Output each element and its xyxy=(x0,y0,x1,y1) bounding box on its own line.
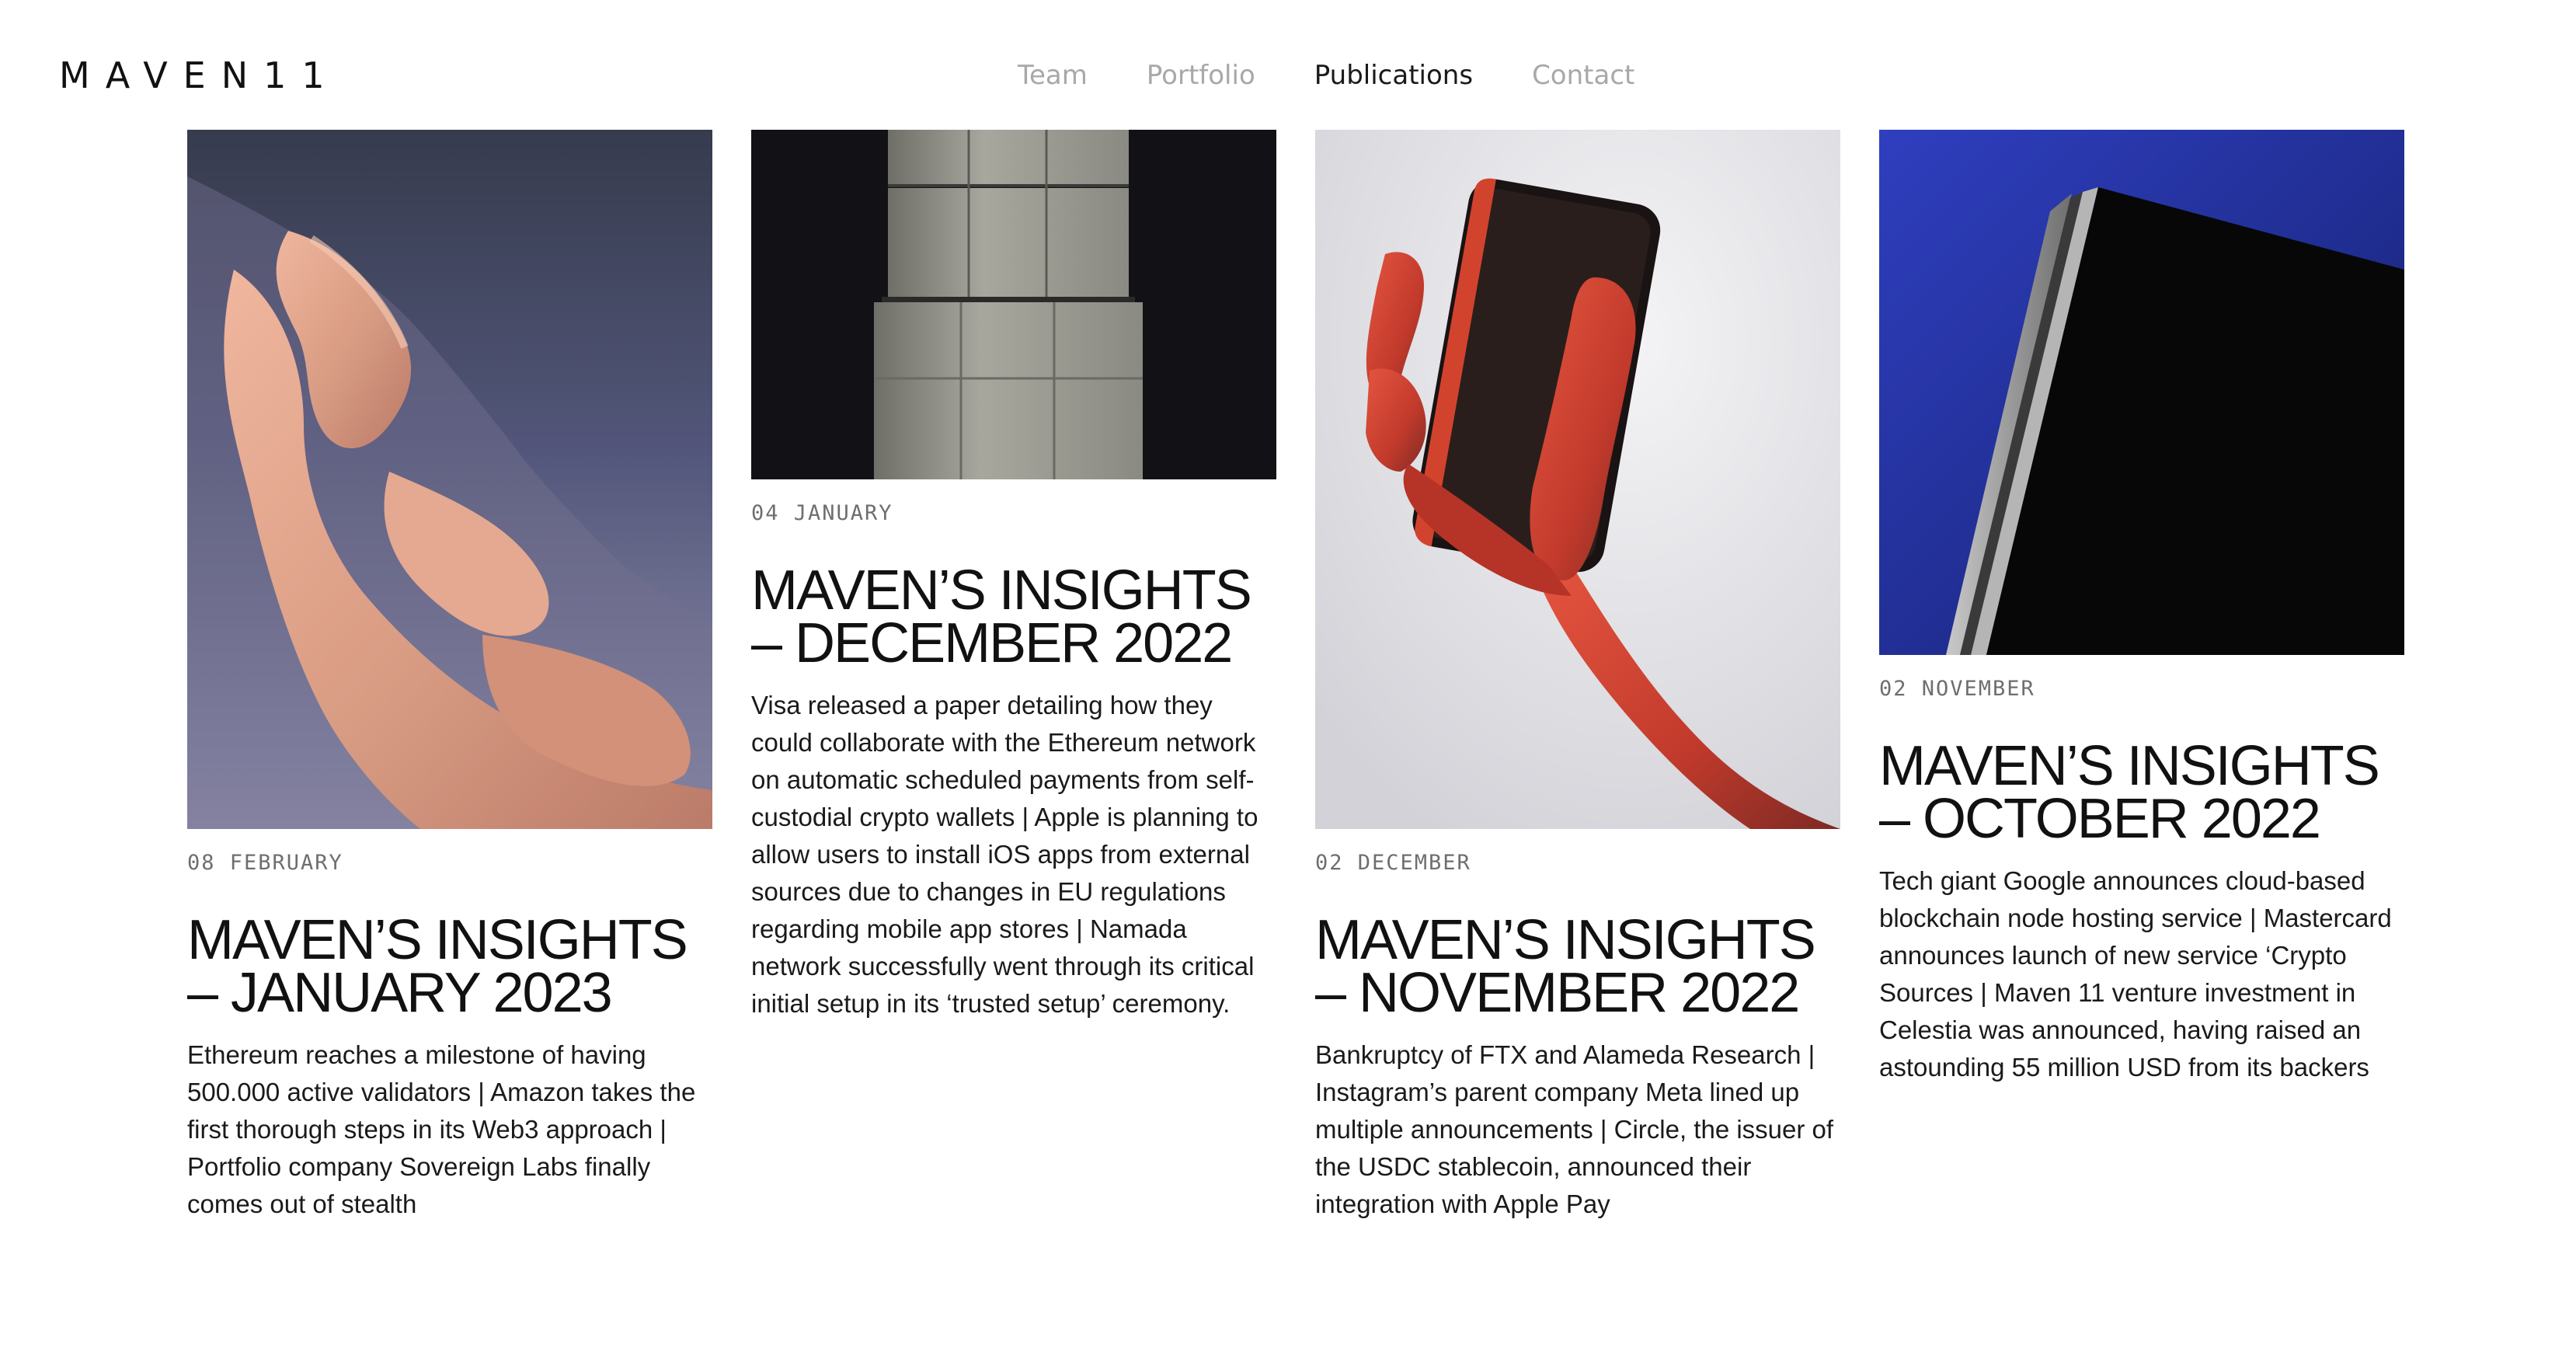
post-date: 08 FEBRUARY xyxy=(187,851,343,875)
fingers-photo[interactable] xyxy=(187,130,712,829)
monolith-photo[interactable] xyxy=(1879,130,2404,655)
post-excerpt: Ethereum reaches a milestone of having 5… xyxy=(187,1040,696,1218)
post-title[interactable]: MAVEN’S INSIGHTS – OCTOBER 2022 xyxy=(1879,738,2404,847)
logo[interactable]: MAVEN11 xyxy=(59,57,340,93)
publication-card[interactable]: 08 FEBRUARY MAVEN’S INSIGHTS – JANUARY 2… xyxy=(187,130,712,1249)
publication-card[interactable]: 02 DECEMBER MAVEN’S INSIGHTS – NOVEMBER … xyxy=(1315,130,1840,1249)
post-excerpt: Tech giant Google announces cloud-based … xyxy=(1879,866,2392,1082)
post-title[interactable]: MAVEN’S INSIGHTS – JANUARY 2023 xyxy=(187,912,712,1021)
post-date: 02 NOVEMBER xyxy=(1879,677,2035,701)
site-header: MAVEN11 Team Portfolio Publications Cont… xyxy=(0,0,2576,131)
post-excerpt: Bankruptcy of FTX and Alameda Research |… xyxy=(1315,1040,1834,1218)
nav-team[interactable]: Team xyxy=(1018,62,1088,89)
post-date: 02 DECEMBER xyxy=(1315,851,1471,875)
post-title[interactable]: MAVEN’S INSIGHTS – NOVEMBER 2022 xyxy=(1315,912,1840,1021)
nav-contact[interactable]: Contact xyxy=(1532,62,1634,89)
nav-publications[interactable]: Publications xyxy=(1314,62,1473,89)
main-nav: Team Portfolio Publications Contact xyxy=(1018,62,1694,89)
post-excerpt: Visa released a paper detailing how they… xyxy=(751,691,1258,1018)
publication-card[interactable]: 04 JANUARY MAVEN’S INSIGHTS – DECEMBER 2… xyxy=(751,130,1276,1048)
post-date: 04 JANUARY xyxy=(751,501,893,525)
stacked-blocks-photo[interactable] xyxy=(751,130,1276,479)
nav-portfolio[interactable]: Portfolio xyxy=(1147,62,1255,89)
hand-holding-phone-photo[interactable] xyxy=(1315,130,1840,829)
post-title[interactable]: MAVEN’S INSIGHTS – DECEMBER 2022 xyxy=(751,563,1276,671)
publication-card[interactable]: 02 NOVEMBER MAVEN’S INSIGHTS – OCTOBER 2… xyxy=(1879,130,2404,1112)
